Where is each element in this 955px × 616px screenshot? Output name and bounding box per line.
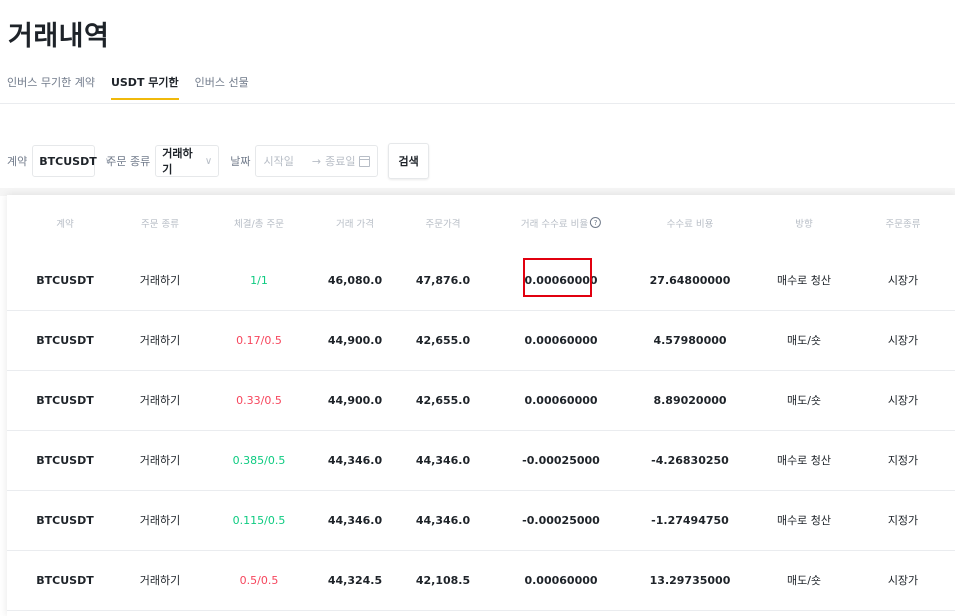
cell-symbol: BTCUSDT (36, 273, 94, 287)
header-contract: 계약 (56, 218, 74, 230)
cell-trade-price: 44,900.0 (327, 333, 383, 347)
calendar-icon[interactable] (359, 155, 371, 167)
table-row: BTCUSDT 거래하기 0.385/0.5 44,346.0 44,346.0 -0.0… (7, 430, 955, 491)
cell-order-kind: 거래하기 (139, 334, 181, 347)
header-filled: 체결/총 주문 (234, 218, 284, 230)
cell-direction: 매도/숏 (786, 334, 822, 347)
cell-trade-price: 46,080.0 (327, 273, 383, 287)
cell-order-type: 시장가 (887, 394, 919, 407)
cell-symbol: BTCUSDT (36, 573, 94, 587)
cell-order-kind: 거래하기 (139, 394, 181, 407)
cell-direction: 매수로 청산 (776, 274, 832, 287)
start-date-input[interactable]: 시작일 (263, 153, 293, 169)
order-type-select-value: 거래하기 (162, 147, 193, 176)
cell-filled: 0.33/0.5 (236, 393, 282, 407)
search-button[interactable]: 검색 (388, 143, 429, 179)
cell-order-type: 시장가 (887, 334, 919, 347)
cell-order-type: 지정가 (887, 514, 919, 527)
cell-filled: 0.17/0.5 (236, 333, 282, 347)
cell-filled: 0.385/0.5 (232, 453, 286, 467)
cell-fee-rate: 0.00060000 (524, 393, 598, 407)
cell-order-kind: 거래하기 (139, 574, 181, 587)
cell-order-kind: 거래하기 (139, 274, 181, 287)
cell-trade-price: 44,324.5 (327, 573, 383, 587)
date-label: 날짜 (230, 155, 251, 168)
date-range-picker[interactable]: 시작일 → 종료일 (255, 145, 379, 177)
cell-fee-rate: 0.00060000 (524, 273, 598, 287)
cell-order-price: 42,655.0 (415, 333, 471, 347)
cell-trade-price: 44,346.0 (327, 513, 383, 527)
table-header: 계약 주문 종류 체결/총 주문 거래 가격 주문가격 거래 수수료 비율 ? … (7, 195, 955, 250)
tab-inverse-perpetual[interactable]: 인버스 무기한 계약 (7, 74, 95, 100)
cell-order-type: 시장가 (887, 574, 919, 587)
cell-order-price: 42,655.0 (415, 393, 471, 407)
cell-order-price: 44,346.0 (415, 453, 471, 467)
cell-fee-cost: -1.27494750 (651, 513, 729, 527)
page-title: 거래내역 (8, 21, 110, 52)
cell-filled: 0.115/0.5 (232, 513, 286, 527)
cell-fee-cost: 4.57980000 (653, 333, 727, 347)
cell-direction: 매도/숏 (786, 394, 822, 407)
end-date-input[interactable]: 종료일 (325, 153, 355, 169)
cell-filled: 0.5/0.5 (239, 573, 279, 587)
cell-symbol: BTCUSDT (36, 393, 94, 407)
cell-fee-rate: 0.00060000 (524, 573, 598, 587)
header-fee-rate: 거래 수수료 비율 ? (520, 195, 602, 250)
cell-order-type: 시장가 (887, 274, 919, 287)
cell-trade-price: 44,900.0 (327, 393, 383, 407)
table-row: BTCUSDT 거래하기 1/1 46,080.0 47,876.0 0.00060000… (7, 250, 955, 311)
tab-inverse-futures[interactable]: 인버스 선물 (195, 74, 249, 100)
cell-order-price: 42,108.5 (415, 573, 471, 587)
cell-fee-cost: 8.89020000 (653, 393, 727, 407)
contract-tabs: 인버스 무기한 계약 USDT 무기한 인버스 선물 (7, 74, 249, 100)
cell-direction: 매수로 청산 (776, 514, 832, 527)
cell-order-price: 44,346.0 (415, 513, 471, 527)
filter-bar: 계약 BTCUSDT ∨ 주문 종류 거래하기 ∨ 날짜 시작일 → 종료일 검… (7, 143, 429, 179)
cell-symbol: BTCUSDT (36, 453, 94, 467)
header-direction: 방향 (795, 218, 813, 230)
order-type-select[interactable]: 거래하기 ∨ (155, 145, 220, 177)
cell-order-kind: 거래하기 (139, 454, 181, 467)
header-fee-cost: 수수료 비용 (666, 218, 714, 230)
cell-order-price: 47,876.0 (415, 273, 471, 287)
header-order-price: 주문가격 (426, 195, 461, 250)
cell-trade-price: 44,346.0 (327, 453, 383, 467)
cell-fee-rate: -0.00025000 (522, 513, 600, 527)
table-row: BTCUSDT 거래하기 0.115/0.5 44,346.0 44,346.0 -0.0… (7, 490, 955, 551)
tabs-divider (0, 103, 955, 104)
cell-direction: 매도/숏 (786, 574, 822, 587)
cell-symbol: BTCUSDT (36, 333, 94, 347)
trade-history-table: 계약 주문 종류 체결/총 주문 거래 가격 주문가격 거래 수수료 비율 ? … (7, 195, 955, 616)
arrow-right-icon: → (311, 154, 322, 168)
cell-fee-rate: -0.00025000 (522, 453, 600, 467)
cell-order-kind: 거래하기 (139, 514, 181, 527)
cell-fee-rate: 0.00060000 (524, 333, 598, 347)
cell-filled: 1/1 (250, 273, 268, 287)
help-icon[interactable]: ? (590, 217, 602, 228)
header-order-type: 주문종류 (885, 218, 921, 230)
cell-order-type: 지정가 (887, 454, 919, 467)
chevron-down-icon: ∨ (204, 155, 213, 167)
header-fee-rate-label: 거래 수수료 비율 (520, 218, 589, 230)
contract-label: 계약 (7, 155, 28, 168)
table-row: BTCUSDT 거래하기 0.5/0.5 44,324.5 42,108.5 0.0006… (7, 550, 955, 611)
header-order-kind: 주문 종류 (141, 218, 179, 230)
cell-fee-cost: 27.64800000 (649, 273, 731, 287)
tab-usdt-perpetual[interactable]: USDT 무기한 (110, 74, 179, 100)
contract-select[interactable]: BTCUSDT ∨ (32, 145, 112, 177)
table-row: BTCUSDT 거래하기 0.33/0.5 44,900.0 42,655.0 0.000… (7, 370, 955, 431)
contract-select-value: BTCUSDT (39, 154, 97, 168)
order-type-label: 주문 종류 (106, 155, 151, 168)
cell-fee-cost: 13.29735000 (649, 573, 731, 587)
table-row: BTCUSDT 거래하기 0.17/0.5 44,900.0 42,655.0 0.000… (7, 310, 955, 371)
cell-symbol: BTCUSDT (36, 513, 94, 527)
header-order-price-label: 주문가격 (425, 218, 461, 230)
cell-direction: 매수로 청산 (776, 454, 832, 467)
cell-fee-cost: -4.26830250 (651, 453, 729, 467)
header-trade-price: 거래 가격 (336, 218, 374, 230)
